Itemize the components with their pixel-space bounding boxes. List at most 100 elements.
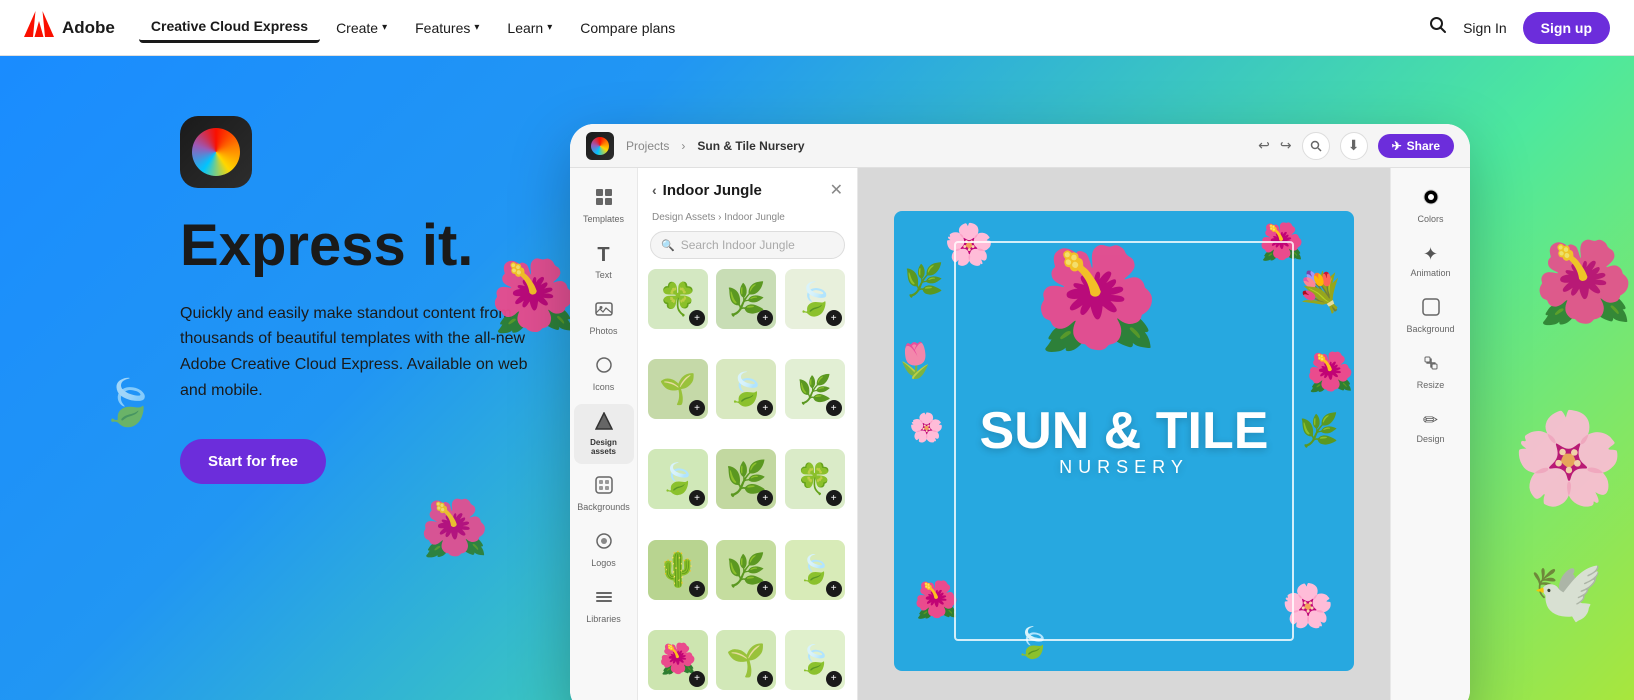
deco-bird-right: 🕊️	[1529, 556, 1604, 627]
signin-button[interactable]: Sign In	[1463, 20, 1507, 36]
breadcrumb-projects: Projects	[626, 139, 669, 153]
sidebar-text[interactable]: T Text	[574, 236, 634, 288]
zoom-button[interactable]	[1302, 132, 1330, 160]
backgrounds-label: Backgrounds	[577, 502, 630, 512]
text-label: Text	[595, 270, 612, 280]
hero-headline: Express it.	[180, 216, 600, 277]
hero-content: Express it. Quickly and easily make stan…	[180, 116, 600, 484]
canvas-flower-9: 🌺	[1307, 351, 1354, 395]
colors-label: Colors	[1417, 214, 1443, 224]
canvas-main-text: SUN & TILE	[980, 405, 1269, 457]
add-asset-btn[interactable]: +	[757, 310, 773, 326]
asset-thumb-12[interactable]: 🍃 +	[785, 540, 845, 600]
asset-thumb-5[interactable]: 🍃 +	[716, 359, 776, 419]
background-icon	[1422, 298, 1440, 321]
redo-button[interactable]: ↪	[1280, 137, 1292, 154]
animation-label: Animation	[1410, 268, 1450, 278]
sidebar-design-assets[interactable]: Design assets	[574, 404, 634, 464]
right-sidebar: Colors ✦ Animation Background Resize	[1390, 168, 1470, 700]
nav-features[interactable]: Features ▾	[403, 14, 491, 42]
deco-flower-red2: 🌺	[420, 496, 488, 561]
libraries-icon	[595, 588, 613, 611]
tablet-mockup: Projects › Sun & Tile Nursery ↩ ↪ ⬇ ✈ Sh…	[570, 124, 1470, 700]
hero-cta-button[interactable]: Start for free	[180, 439, 326, 484]
search-button[interactable]	[1429, 16, 1447, 39]
asset-thumb-3[interactable]: 🍃 +	[785, 269, 845, 329]
asset-thumb-9[interactable]: 🍀 +	[785, 449, 845, 509]
sidebar-templates[interactable]: Templates	[574, 180, 634, 232]
add-asset-btn[interactable]: +	[757, 581, 773, 597]
asset-thumb-1[interactable]: 🍀 +	[648, 269, 708, 329]
nav-create[interactable]: Create ▾	[324, 14, 399, 42]
tablet-topbar: Projects › Sun & Tile Nursery ↩ ↪ ⬇ ✈ Sh…	[570, 124, 1470, 168]
right-sidebar-design[interactable]: ✏ Design	[1395, 402, 1467, 452]
asset-thumb-10[interactable]: 🌵 +	[648, 540, 708, 600]
nav-product-name[interactable]: Creative Cloud Express	[139, 12, 320, 43]
asset-thumb-11[interactable]: 🌿 +	[716, 540, 776, 600]
asset-thumb-4[interactable]: 🌱 +	[648, 359, 708, 419]
hero-subtext: Quickly and easily make standout content…	[180, 301, 540, 403]
adobe-icon	[24, 11, 54, 44]
right-sidebar-background[interactable]: Background	[1395, 290, 1467, 342]
asset-thumb-2[interactable]: 🌿 +	[716, 269, 776, 329]
add-asset-btn[interactable]: +	[757, 400, 773, 416]
asset-thumb-6[interactable]: 🌿 +	[785, 359, 845, 419]
right-sidebar-resize[interactable]: Resize	[1395, 346, 1467, 398]
add-asset-btn[interactable]: +	[689, 400, 705, 416]
left-sidebar: Templates T Text Photos Icons	[570, 168, 638, 700]
undo-button[interactable]: ↩	[1258, 137, 1270, 154]
right-sidebar-animation[interactable]: ✦ Animation	[1395, 236, 1467, 286]
asset-thumb-8[interactable]: 🌿 +	[716, 449, 776, 509]
panel-close-button[interactable]: ✕	[830, 180, 843, 200]
nav-compare-plans[interactable]: Compare plans	[568, 14, 687, 42]
logos-label: Logos	[591, 558, 616, 568]
asset-thumb-15[interactable]: 🍃 +	[785, 630, 845, 690]
sidebar-backgrounds[interactable]: Backgrounds	[574, 468, 634, 520]
chevron-down-icon: ▾	[382, 22, 387, 33]
logos-icon	[595, 532, 613, 555]
right-sidebar-colors[interactable]: Colors	[1395, 180, 1467, 232]
app-icon	[180, 116, 252, 188]
sidebar-photos[interactable]: Photos	[574, 292, 634, 344]
background-label: Background	[1406, 324, 1454, 334]
icons-label: Icons	[593, 382, 615, 392]
sidebar-logos[interactable]: Logos	[574, 524, 634, 576]
add-asset-btn[interactable]: +	[757, 671, 773, 687]
design-assets-icon	[595, 412, 613, 435]
download-button[interactable]: ⬇	[1340, 132, 1368, 160]
adobe-wordmark: Adobe	[62, 18, 115, 38]
signup-button[interactable]: Sign up	[1523, 12, 1610, 44]
add-asset-btn[interactable]: +	[826, 671, 842, 687]
share-button[interactable]: ✈ Share	[1378, 134, 1454, 158]
sidebar-icons[interactable]: Icons	[574, 348, 634, 400]
add-asset-btn[interactable]: +	[826, 310, 842, 326]
share-arrow-icon: ✈	[1392, 139, 1402, 153]
icons-icon	[595, 356, 613, 379]
add-asset-btn[interactable]: +	[689, 490, 705, 506]
add-asset-btn[interactable]: +	[826, 490, 842, 506]
breadcrumb-sep: ›	[681, 139, 685, 153]
nav-learn[interactable]: Learn ▾	[495, 14, 564, 42]
adobe-logo[interactable]: Adobe	[24, 11, 115, 44]
add-asset-btn[interactable]: +	[689, 671, 705, 687]
add-asset-btn[interactable]: +	[689, 581, 705, 597]
search-bar[interactable]: 🔍 Search Indoor Jungle	[650, 231, 845, 259]
nav-links: Creative Cloud Express Create ▾ Features…	[139, 12, 687, 43]
deco-leaf-left: 🍃	[100, 376, 156, 429]
add-asset-btn[interactable]: +	[689, 310, 705, 326]
asset-thumb-13[interactable]: 🌺 +	[648, 630, 708, 690]
photos-label: Photos	[589, 326, 617, 336]
asset-thumb-7[interactable]: 🍃 +	[648, 449, 708, 509]
asset-thumb-14[interactable]: 🌱 +	[716, 630, 776, 690]
sidebar-libraries[interactable]: Libraries	[574, 580, 634, 632]
add-asset-btn[interactable]: +	[757, 490, 773, 506]
canvas-area: 🌸 🌺 🌿 💐 🌺 🌸 🍃 🌷 🌺 🌸 🌿 🌺	[858, 168, 1390, 700]
nav-right: Sign In Sign up	[1429, 12, 1610, 44]
add-asset-btn[interactable]: +	[826, 581, 842, 597]
back-button[interactable]: ‹	[652, 182, 657, 198]
design-label: Design	[1416, 434, 1444, 444]
add-asset-btn[interactable]: +	[826, 400, 842, 416]
asset-panel-title: ‹ Indoor Jungle	[652, 182, 762, 199]
asset-panel: ‹ Indoor Jungle ✕ Design Assets › Indoor…	[638, 168, 858, 700]
libraries-label: Libraries	[586, 614, 621, 624]
